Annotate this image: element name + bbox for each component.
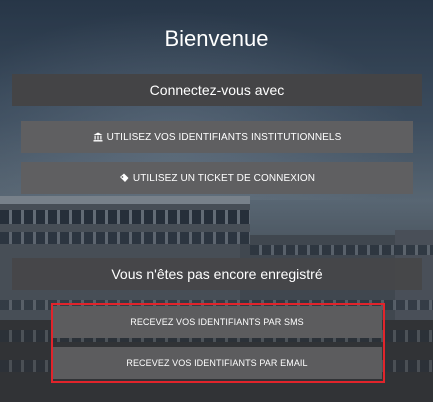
page-title: Bienvenue xyxy=(164,26,269,51)
receive-credentials-email-button[interactable]: RECEVEZ VOS IDENTIFIANTS PAR EMAIL xyxy=(52,347,382,379)
connection-ticket-button[interactable]: UTILISEZ UN TICKET DE CONNEXION xyxy=(21,162,413,194)
institutional-credentials-button[interactable]: UTILISEZ VOS IDENTIFIANTS INSTITUTIONNEL… xyxy=(21,121,413,153)
receive-credentials-sms-button[interactable]: RECEVEZ VOS IDENTIFIANTS PAR SMS xyxy=(52,306,382,338)
receive-credentials-email-label: RECEVEZ VOS IDENTIFIANTS PAR EMAIL xyxy=(126,358,308,368)
receive-credentials-sms-label: RECEVEZ VOS IDENTIFIANTS PAR SMS xyxy=(130,317,304,327)
ticket-icon xyxy=(119,173,130,183)
institutional-credentials-label: UTILISEZ VOS IDENTIFIANTS INSTITUTIONNEL… xyxy=(106,131,342,143)
connect-section-header: Connectez-vous avec xyxy=(12,74,422,106)
institution-icon xyxy=(93,132,104,142)
login-panel: Bienvenue Connectez-vous avec UTILISEZ V… xyxy=(0,0,433,402)
register-section-header: Vous n'êtes pas encore enregistré xyxy=(12,258,422,290)
connection-ticket-label: UTILISEZ UN TICKET DE CONNEXION xyxy=(132,172,316,184)
